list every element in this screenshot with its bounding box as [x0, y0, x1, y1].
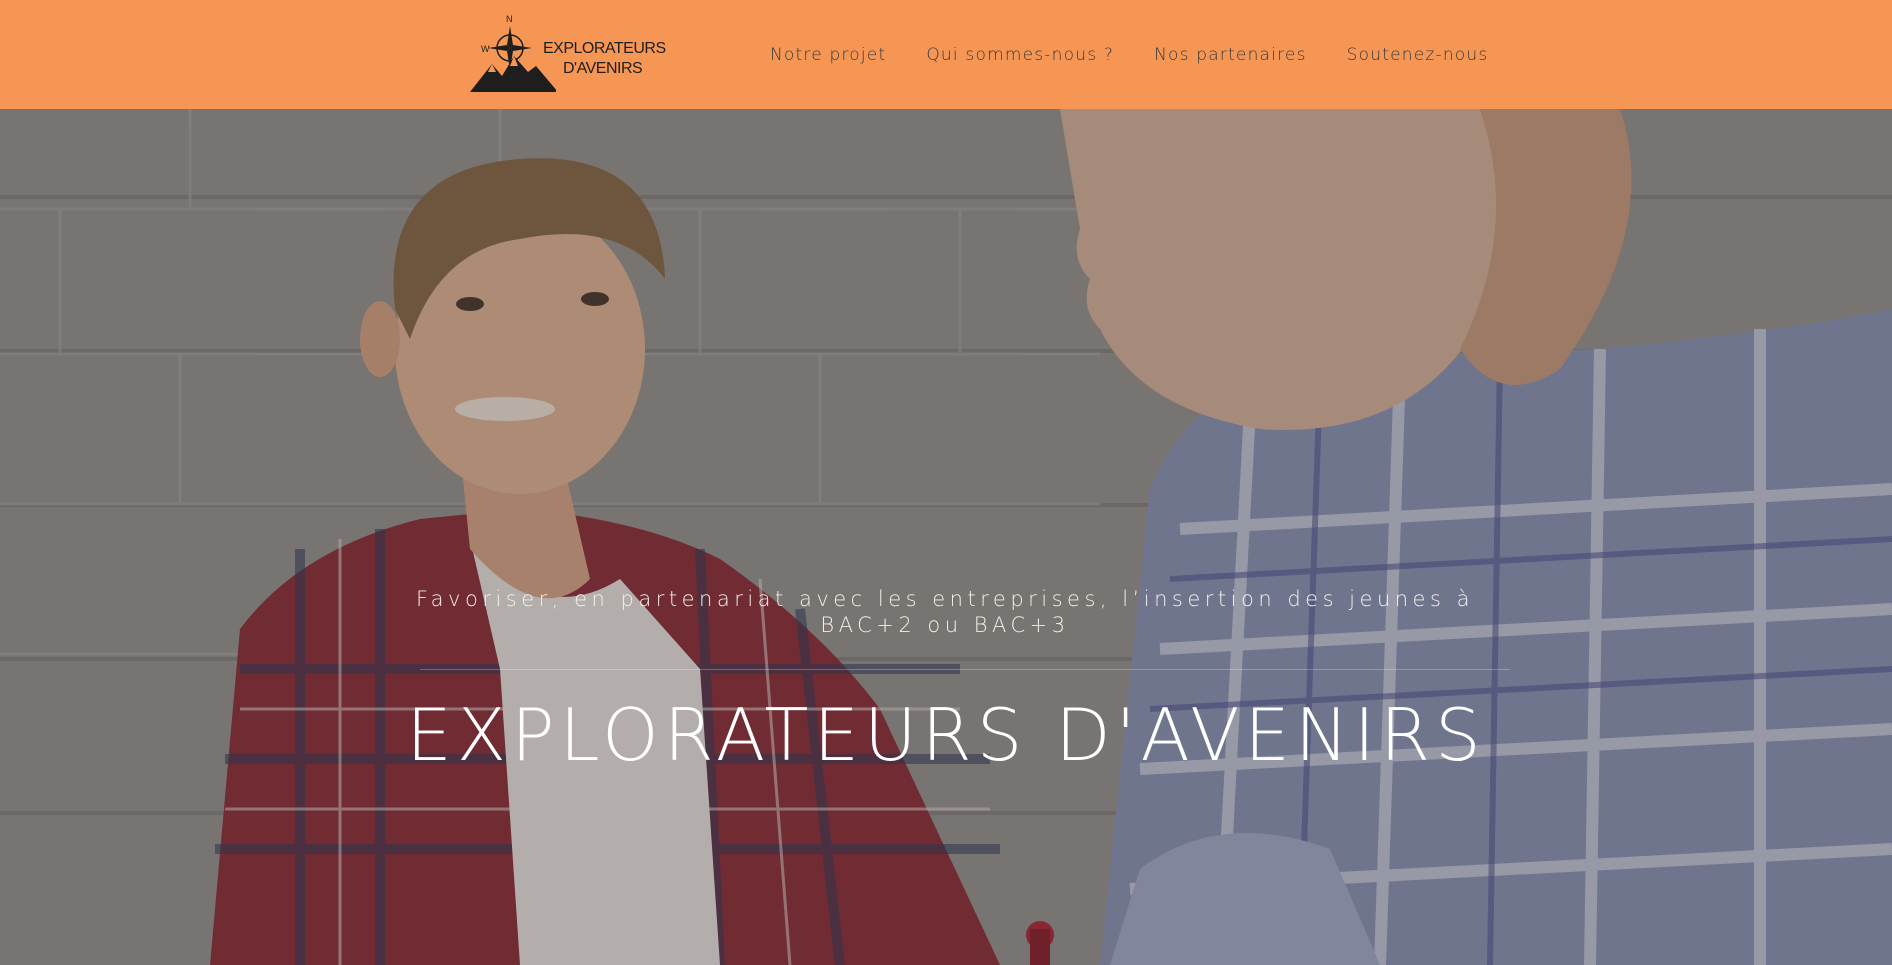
nav-qui-sommes-nous[interactable]: Qui sommes-nous ? — [926, 45, 1114, 65]
hero-tagline: Favoriser, en partenariat avec les entre… — [416, 587, 1474, 637]
hero-section: Favoriser, en partenariat avec les entre… — [0, 109, 1892, 965]
hero-overlay — [0, 109, 1892, 965]
main-nav: Notre projet Qui sommes-nous ? Nos parte… — [770, 0, 1488, 109]
hero-divider — [420, 669, 1510, 670]
compass-n-label: N — [506, 14, 513, 24]
site-header: N W EXPLORATEURS D'AVENIRS Notre projet … — [0, 0, 1892, 109]
nav-nos-partenaires[interactable]: Nos partenaires — [1154, 45, 1307, 65]
nav-notre-projet[interactable]: Notre projet — [770, 45, 886, 65]
site-logo[interactable]: N W EXPLORATEURS D'AVENIRS — [466, 12, 666, 96]
compass-w-label: W — [481, 44, 490, 54]
logo-text-line2: D'AVENIRS — [563, 60, 643, 77]
logo-text-line1: EXPLORATEURS — [543, 40, 666, 57]
hero-title: EXPLORATEURS D'AVENIRS — [406, 693, 1486, 777]
nav-soutenez-nous[interactable]: Soutenez-nous — [1347, 45, 1489, 65]
